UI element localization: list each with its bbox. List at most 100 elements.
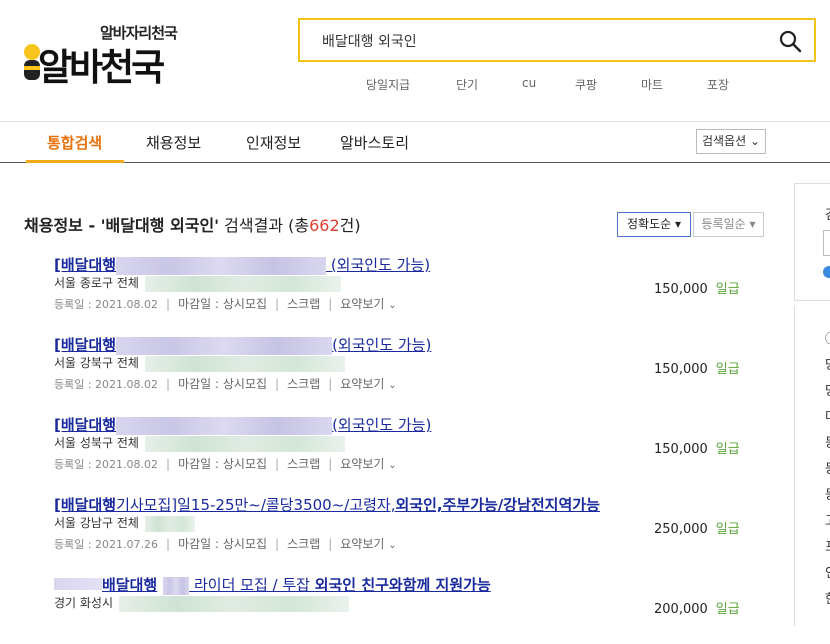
suggest-keyword[interactable]: 마트 <box>641 76 663 93</box>
job-date: 등록일 : 2021.08.02 <box>54 458 159 471</box>
side-text[interactable]: 한 <box>825 588 830 607</box>
job-title-end: (외국인도 가능) <box>332 336 432 354</box>
side-text[interactable]: 당 <box>825 354 830 373</box>
tab-integrated-search[interactable]: 통합검색 <box>47 132 102 153</box>
suggested-keywords: 당일지급 단기 cu 쿠팡 마트 포장 <box>340 76 770 94</box>
side-text[interactable]: 당 <box>825 380 830 399</box>
job-listing: [배달대행 (외국인도 가능) 서울 강북구 전체 등록일 : 2021.08.0… <box>54 334 774 404</box>
site-logo[interactable]: 알바자리천국 알바천국 <box>22 22 192 89</box>
side-text[interactable]: 등 <box>825 458 830 477</box>
blurred-text <box>144 275 341 292</box>
suggest-keyword[interactable]: 쿠팡 <box>575 76 597 93</box>
job-title-middle: 기사모집]일15-25만~/콜당3500~/고령자, <box>116 496 396 514</box>
job-title-link[interactable]: [배달대행 (외국인도 가능) <box>54 414 431 435</box>
blurred-text <box>116 256 327 275</box>
job-meta: 등록일 : 2021.07.26 | 마감일 : 상시모집 | 스크랩 | 요약보기 ⌄ <box>54 537 397 551</box>
scrap-button[interactable]: 스크랩 <box>287 457 320 471</box>
job-date: 등록일 : 2021.08.02 <box>54 298 159 311</box>
side-panel-top: 검 <box>794 183 830 301</box>
sort-date-button[interactable]: 등록일순 ▾ <box>693 212 764 237</box>
chevron-down-icon: ⌄ <box>388 300 397 311</box>
job-pay-unit: 일급 <box>715 522 740 537</box>
side-text[interactable]: 고 <box>825 510 830 529</box>
chevron-down-icon: ⌄ <box>388 380 397 391</box>
job-title-end: (외국인도 가능) <box>332 416 432 434</box>
suggest-keyword[interactable]: 당일지급 <box>366 76 410 93</box>
logo-title: 알바천국 <box>38 46 165 89</box>
job-location-text: 서울 성북구 전체 <box>54 436 139 450</box>
job-pay-unit: 일급 <box>715 602 740 617</box>
scrap-button[interactable]: 스크랩 <box>287 297 320 311</box>
job-listing: [배달대행기사모집]일15-25만~/콜당3500~/고령자,외국인,주부가능/… <box>54 494 774 564</box>
side-text[interactable]: 포 <box>825 536 830 555</box>
side-panel-list: ⓘ 당 당 다 등 등 등 고 포 인 한 <box>794 306 830 626</box>
job-meta: 등록일 : 2021.08.02 | 마감일 : 상시모집 | 스크랩 | 요약보기 ⌄ <box>54 297 397 311</box>
job-meta: 등록일 : 2021.08.02 | 마감일 : 상시모집 | 스크랩 | 요약보기 ⌄ <box>54 377 397 391</box>
job-location: 서울 강남구 전체 <box>54 514 195 532</box>
result-count: 662 <box>309 216 340 235</box>
job-pay: 150,000 일급 <box>654 438 740 457</box>
search-tabs: 통합검색 채용정보 인재정보 알바스토리 검색옵션 ⌄ <box>0 121 830 163</box>
side-text[interactable]: 인 <box>825 562 830 581</box>
blurred-text <box>144 435 345 452</box>
job-title-middle: 라이더 모집 / 투잡 <box>189 576 315 594</box>
job-pay-unit: 일급 <box>715 442 740 457</box>
job-pay-amount: 150,000 <box>654 362 708 377</box>
side-text: 검 <box>825 204 830 223</box>
search-options-button[interactable]: 검색옵션 ⌄ <box>696 129 766 154</box>
search-input[interactable] <box>320 20 764 62</box>
job-listing: [배달대행 (외국인도 가능) 서울 성북구 전체 등록일 : 2021.08.0… <box>54 414 774 484</box>
job-pay: 200,000 일급 <box>654 598 740 617</box>
active-tab-indicator <box>26 160 124 163</box>
result-title-keyword: 채용정보 - '배달대행 외국인' <box>24 216 220 235</box>
tab-talent-info[interactable]: 인재정보 <box>246 132 301 153</box>
suggest-keyword[interactable]: 단기 <box>456 76 478 93</box>
job-title-link[interactable]: [배달대행기사모집]일15-25만~/콜당3500~/고령자,외국인,주부가능/… <box>54 494 600 515</box>
search-icon[interactable] <box>778 29 802 53</box>
job-title-link[interactable]: [배달대행 (외국인도 가능) <box>54 334 431 355</box>
summary-toggle[interactable]: 요약보기 <box>340 537 384 551</box>
job-listing: 배달대행 라이더 모집 / 투잡 외국인 친구와함께 지원가능 경기 화성시 2… <box>54 574 774 644</box>
job-pay: 150,000 일급 <box>654 278 740 297</box>
job-location: 서울 성북구 전체 <box>54 434 345 452</box>
search-options-label: 검색옵션 <box>701 134 747 148</box>
scrap-button[interactable]: 스크랩 <box>287 537 320 551</box>
job-title-keyword: 배달대행 <box>102 576 158 594</box>
job-title-keyword: [배달대행 <box>54 496 117 514</box>
blurred-text <box>116 336 333 355</box>
sort-accuracy-button[interactable]: 정확도순 ▾ <box>617 212 691 237</box>
side-text[interactable]: 등 <box>825 484 830 503</box>
side-input[interactable] <box>823 230 830 256</box>
job-title-end: 외국인 친구와함께 지원가능 <box>314 576 491 594</box>
check-icon[interactable] <box>823 266 830 278</box>
side-text[interactable]: 다 <box>825 406 830 425</box>
suggest-keyword[interactable]: cu <box>522 76 536 90</box>
job-title-link[interactable]: [배달대행 (외국인도 가능) <box>54 254 430 275</box>
side-text[interactable]: 등 <box>825 432 830 451</box>
job-pay-unit: 일급 <box>715 362 740 377</box>
summary-toggle[interactable]: 요약보기 <box>340 297 384 311</box>
summary-toggle[interactable]: 요약보기 <box>340 457 384 471</box>
scrap-button[interactable]: 스크랩 <box>287 377 320 391</box>
suggest-keyword[interactable]: 포장 <box>707 76 729 93</box>
job-pay-amount: 250,000 <box>654 522 708 537</box>
sort-date-label: 등록일순 <box>701 217 746 231</box>
caret-down-icon: ▾ <box>674 217 682 231</box>
job-location-text: 서울 강남구 전체 <box>54 516 139 530</box>
job-location-text: 서울 종로구 전체 <box>54 276 139 290</box>
job-meta: 등록일 : 2021.08.02 | 마감일 : 상시모집 | 스크랩 | 요약보기 ⌄ <box>54 457 397 471</box>
summary-toggle[interactable]: 요약보기 <box>340 377 384 391</box>
caret-down-icon: ▾ <box>749 217 756 231</box>
job-pay-unit: 일급 <box>715 282 740 297</box>
job-title-link[interactable]: 배달대행 라이더 모집 / 투잡 외국인 친구와함께 지원가능 <box>102 574 491 595</box>
job-location: 경기 화성시 <box>54 594 350 612</box>
blurred-text <box>144 355 345 372</box>
job-pay-amount: 150,000 <box>654 442 708 457</box>
job-location: 서울 강북구 전체 <box>54 354 345 372</box>
blurred-text <box>119 595 350 612</box>
tab-job-info[interactable]: 채용정보 <box>146 132 201 153</box>
search-box <box>298 18 816 62</box>
chevron-down-icon: ⌄ <box>388 540 397 551</box>
sort-accuracy-label: 정확도순 <box>626 217 672 231</box>
tab-alba-story[interactable]: 알바스토리 <box>340 132 409 153</box>
